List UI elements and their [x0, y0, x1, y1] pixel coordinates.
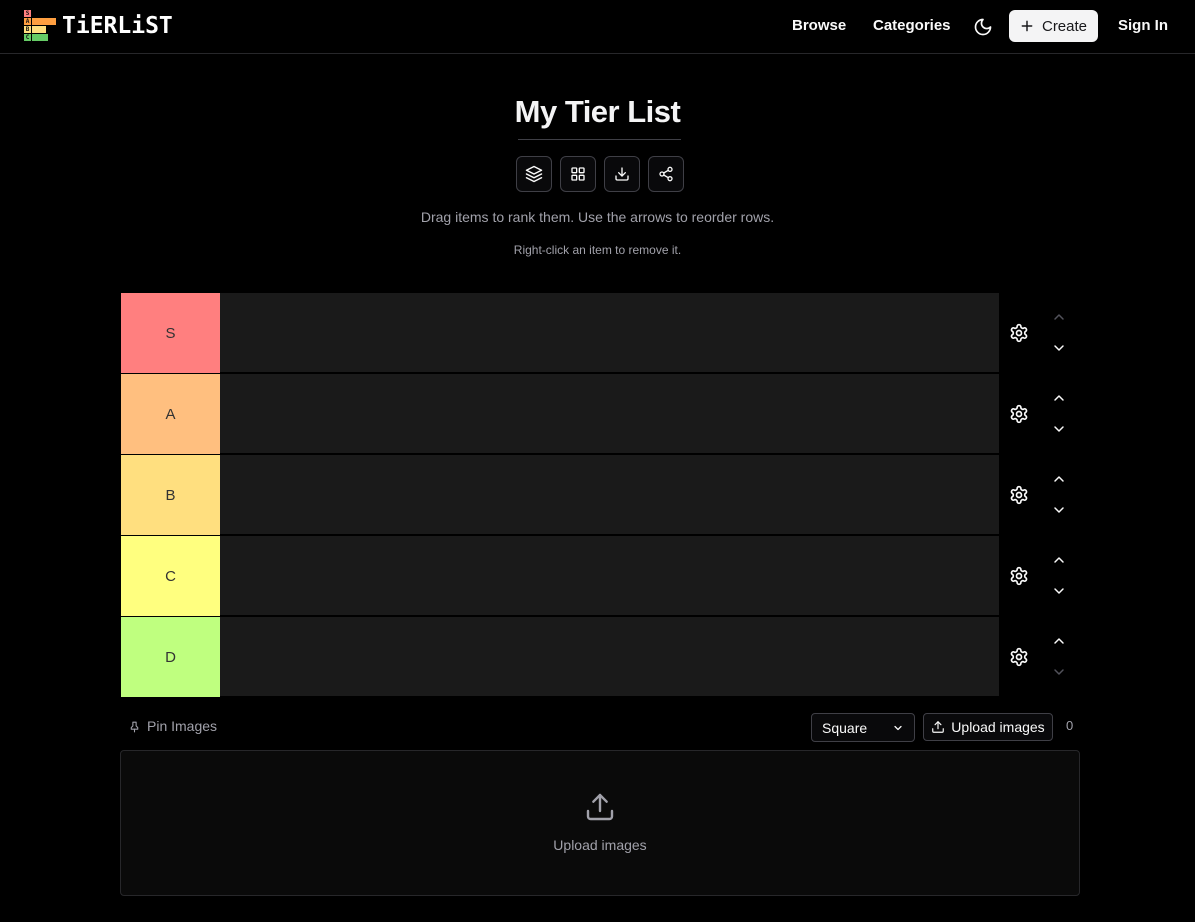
tier-label[interactable]: D: [121, 617, 220, 697]
logo-text: TiERLiST: [62, 13, 173, 39]
tier-row: B: [121, 455, 1081, 536]
move-tier-down-button[interactable]: [1049, 421, 1069, 437]
download-button[interactable]: [604, 156, 640, 192]
move-tier-down-button[interactable]: [1049, 340, 1069, 356]
tier-label[interactable]: A: [121, 374, 220, 454]
remove-hint-text: Right-click an item to remove it.: [513, 243, 682, 257]
move-tier-up-button[interactable]: [1049, 471, 1069, 487]
tier-list: SABCD: [121, 293, 1081, 698]
layers-icon: [525, 165, 543, 183]
tier-items-dropzone[interactable]: [220, 293, 999, 373]
image-shape-select[interactable]: Square: [811, 713, 915, 742]
pin-images-label: Pin Images: [147, 718, 218, 734]
tier-row: S: [121, 293, 1081, 374]
tier-label[interactable]: C: [121, 536, 220, 616]
tier-row: C: [121, 536, 1081, 617]
gear-icon: [1010, 485, 1028, 505]
upload-images-button[interactable]: Upload images: [923, 713, 1053, 741]
tier-settings-button[interactable]: [1008, 484, 1030, 506]
tier-items-dropzone[interactable]: [220, 374, 999, 454]
tier-items-dropzone[interactable]: [220, 536, 999, 616]
chevron-up-icon: [1054, 314, 1064, 320]
chevron-up-icon: [1054, 476, 1064, 482]
upload-icon: [586, 793, 614, 821]
chevron-down-icon: [1054, 507, 1064, 513]
image-count: 0: [1066, 718, 1074, 733]
tier-settings-button[interactable]: [1008, 403, 1030, 425]
image-dropzone[interactable]: Upload images: [120, 750, 1080, 896]
top-navbar: S A B C TiERLiST Browse Categories Creat…: [0, 0, 1195, 54]
gear-icon: [1010, 323, 1028, 343]
chevron-down-icon: [1054, 588, 1064, 594]
move-tier-down-button[interactable]: [1049, 502, 1069, 518]
tier-row: A: [121, 374, 1081, 455]
logo-letter-b: B: [24, 26, 31, 33]
pin-images-toggle[interactable]: Pin Images: [128, 718, 217, 734]
grid-icon: [571, 167, 585, 181]
theme-toggle-button[interactable]: [971, 15, 995, 39]
chevron-down-icon: [1054, 426, 1064, 432]
tier-settings-button[interactable]: [1008, 322, 1030, 344]
move-tier-down-button[interactable]: [1049, 664, 1069, 680]
moon-icon: [974, 18, 992, 36]
logo-letter-a: A: [24, 18, 31, 25]
move-tier-up-button[interactable]: [1049, 552, 1069, 568]
move-tier-up-button[interactable]: [1049, 633, 1069, 649]
plus-icon: [1021, 20, 1033, 32]
move-tier-up-button[interactable]: [1049, 309, 1069, 325]
page-title[interactable]: My Tier List: [0, 94, 1195, 130]
chevron-up-icon: [1054, 638, 1064, 644]
grid-view-button[interactable]: [560, 156, 596, 192]
download-icon: [615, 167, 629, 181]
gear-icon: [1010, 404, 1028, 424]
gear-icon: [1010, 647, 1028, 667]
gear-icon: [1010, 566, 1028, 586]
chevron-down-icon: [1054, 669, 1064, 675]
nav-categories-link[interactable]: Categories: [873, 17, 951, 34]
instructions-text: Drag items to rank them. Use the arrows …: [420, 209, 775, 225]
chevron-up-icon: [1054, 395, 1064, 401]
layers-button[interactable]: [516, 156, 552, 192]
share-icon: [659, 166, 673, 182]
nav-browse-link[interactable]: Browse: [792, 17, 846, 34]
tier-row: D: [121, 617, 1081, 698]
pin-icon: [130, 721, 139, 732]
title-underline: [518, 139, 681, 140]
site-logo[interactable]: S A B C TiERLiST: [24, 10, 173, 42]
chevron-down-icon: [894, 725, 902, 730]
dropzone-label: Upload images: [553, 837, 647, 853]
tier-label[interactable]: S: [121, 293, 220, 373]
create-button-label: Create: [1041, 17, 1088, 35]
upload-images-button-label: Upload images: [951, 719, 1045, 735]
tierlist-toolbar: [516, 156, 684, 192]
share-button[interactable]: [648, 156, 684, 192]
tier-label[interactable]: B: [121, 455, 220, 535]
tier-settings-button[interactable]: [1008, 646, 1030, 668]
logo-letter-s: S: [24, 10, 31, 17]
image-shape-value: Square: [822, 719, 868, 736]
move-tier-down-button[interactable]: [1049, 583, 1069, 599]
create-button[interactable]: Create: [1009, 10, 1098, 42]
chevron-up-icon: [1054, 557, 1064, 563]
tier-items-dropzone[interactable]: [220, 617, 999, 697]
sign-in-link[interactable]: Sign In: [1118, 17, 1168, 34]
upload-icon: [932, 721, 945, 733]
logo-letter-c: C: [24, 34, 31, 41]
tier-items-dropzone[interactable]: [220, 455, 999, 535]
chevron-down-icon: [1054, 345, 1064, 351]
move-tier-up-button[interactable]: [1049, 390, 1069, 406]
tier-settings-button[interactable]: [1008, 565, 1030, 587]
logo-mark-icon: S A B C: [24, 10, 56, 42]
